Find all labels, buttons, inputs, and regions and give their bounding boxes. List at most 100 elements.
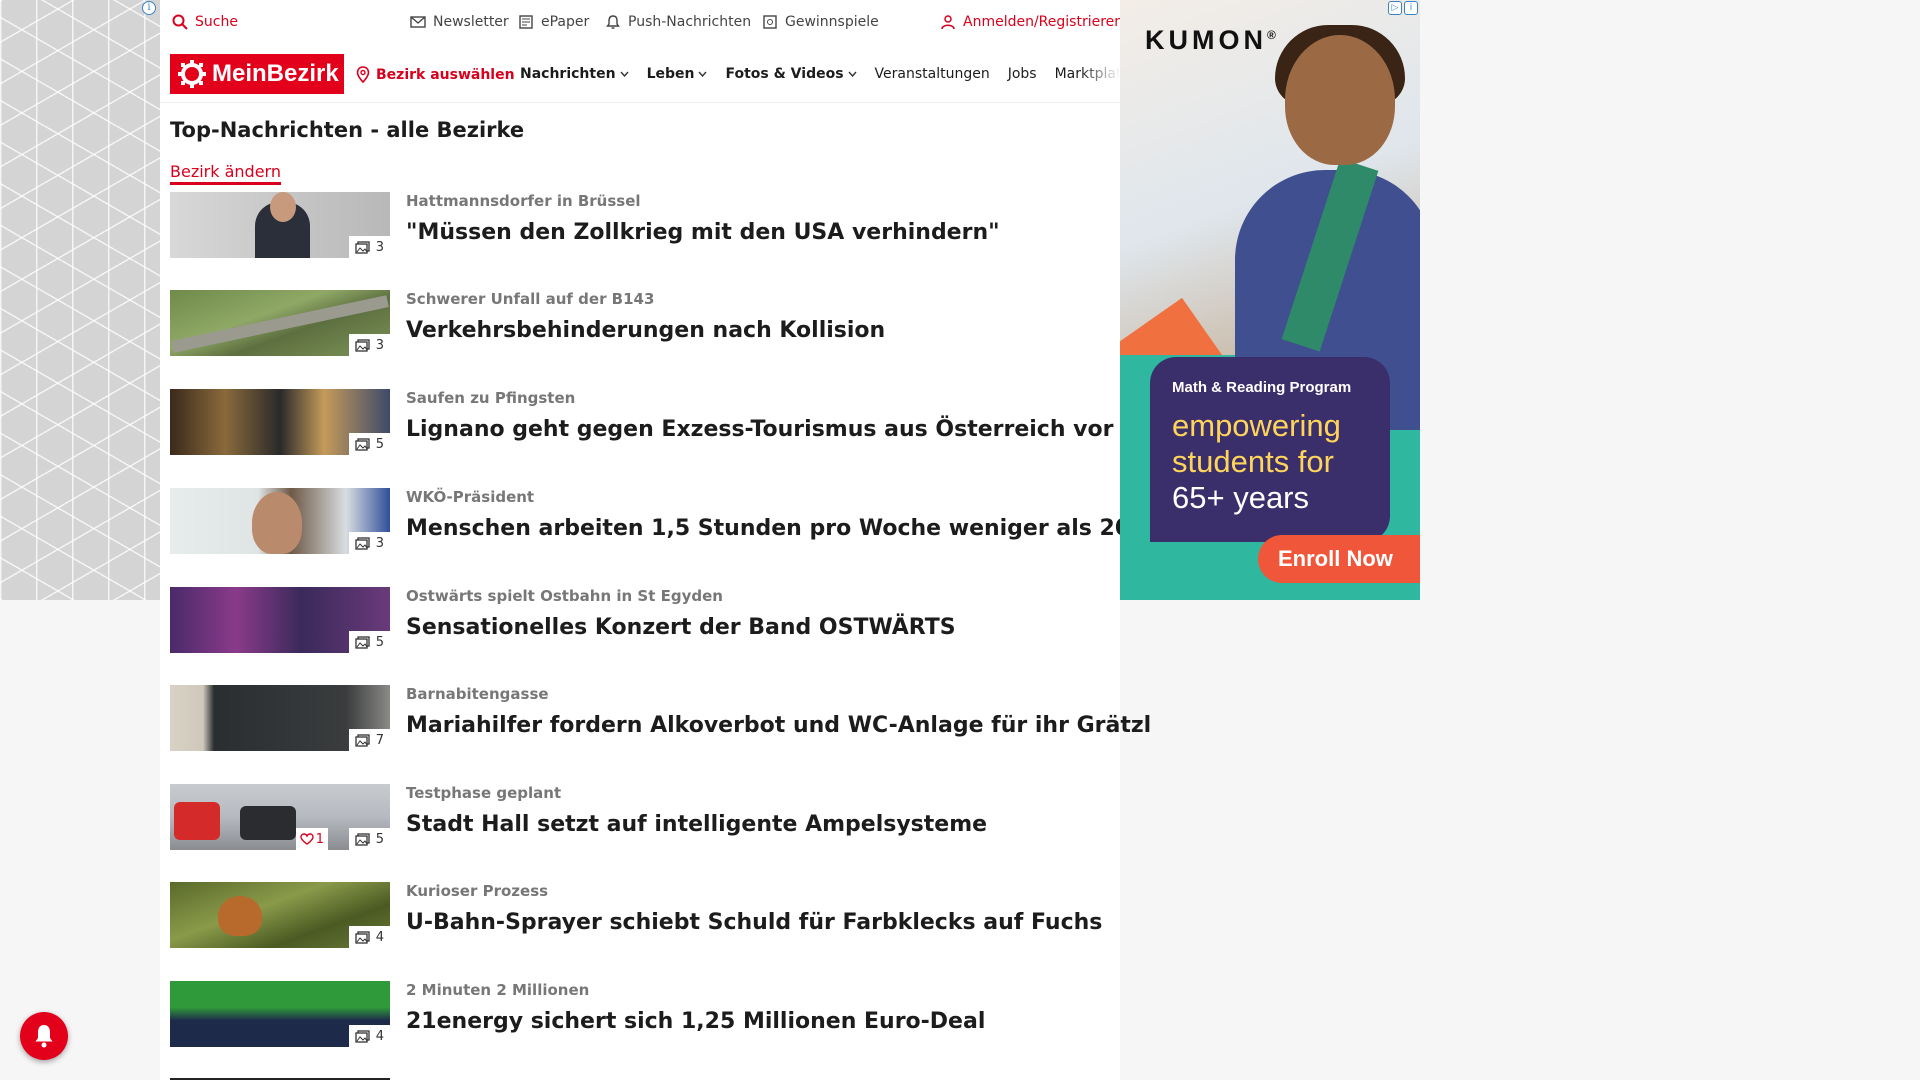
main-column: Suche Newsletter ePaper Push-Nachrichten… [160,0,1161,1080]
article-item[interactable]: 5 Saufen zu Pfingsten Lignano geht gegen… [170,389,1113,457]
nav-item-nachrichten[interactable]: Nachrichten [520,66,629,82]
ad-brand: KUMON [1145,25,1267,55]
article-item[interactable]: 3 Schwerer Unfall auf der B143 Verkehrsb… [170,290,1110,358]
nav-links: Nachrichten Leben Fotos & Videos Veranst… [520,66,1129,82]
ad-brand-mark: ® [1267,28,1276,42]
article-item[interactable]: 5 Ostwärts spielt Ostbahn in St Egyden S… [170,587,1110,655]
image-count-badge: 5 [348,631,390,653]
article-headline[interactable]: Verkehrsbehinderungen nach Kollision [406,318,885,343]
article-thumbnail[interactable]: 5 [170,587,390,653]
article-headline[interactable]: Mariahilfer fordern Alkoverbot und WC-An… [406,713,1151,738]
user-icon [941,15,955,30]
utility-bar: Suche Newsletter ePaper Push-Nachrichten… [160,0,1123,46]
gallery-icon [355,437,370,451]
gallery-icon [355,536,370,550]
article-item[interactable]: 7 Barnabitengasse Mariahilfer fordern Al… [170,685,1151,753]
article-thumbnail[interactable]: 4 [170,981,390,1047]
article-headline[interactable]: U-Bahn-Sprayer schiebt Schuld für Farbkl… [406,910,1102,935]
games-link[interactable]: Gewinnspiele [762,14,879,30]
ad-info-icon[interactable]: i [1404,1,1418,15]
gallery-icon [355,733,370,747]
bell-icon [35,1025,53,1048]
article-thumbnail[interactable]: 4 [170,882,390,948]
article-kicker: Schwerer Unfall auf der B143 [406,290,655,308]
push-label: Push-Nachrichten [628,14,752,30]
nav-fade [1080,48,1120,102]
site-logo[interactable]: MeinBezirk [170,54,344,94]
ad-enroll-button[interactable]: Enroll Now [1258,535,1420,583]
like-count-badge[interactable]: 1 [295,828,328,850]
article-headline[interactable]: Sensationelles Konzert der Band OSTWÄRTS [406,615,956,640]
notification-bell-button[interactable] [20,1012,68,1060]
advertisement-banner[interactable]: KUMON® ▷ i Math & Reading Program empowe… [1120,0,1420,600]
chevron-down-icon [698,71,707,77]
bell-icon [606,15,620,29]
background-pattern [0,0,160,600]
adchoices[interactable]: ▷ i [1388,1,1418,15]
image-count: 5 [375,831,384,847]
nav-label: Nachrichten [520,66,616,82]
article-thumbnail[interactable]: 1 5 [170,784,390,850]
gallery-icon [355,240,370,254]
article-kicker: Kurioser Prozess [406,882,549,900]
image-count: 5 [375,436,384,452]
adchoices-arrow-icon[interactable]: ▷ [1388,1,1402,15]
gallery-icon [355,930,370,944]
epaper-link[interactable]: ePaper [518,14,589,30]
article-thumbnail[interactable]: 7 [170,685,390,751]
article-item[interactable]: 4 2 Minuten 2 Millionen 21energy sichert… [170,981,1110,1049]
ad-brand-logo: KUMON® [1145,25,1276,56]
logo-burst-icon [178,60,206,88]
article-thumbnail[interactable]: 3 [170,192,390,258]
nav-item-jobs[interactable]: Jobs [1008,66,1037,82]
nav-item-leben[interactable]: Leben [647,66,708,82]
image-count-badge: 4 [348,926,390,948]
image-count: 7 [375,732,384,748]
article-headline[interactable]: Menschen arbeiten 1,5 Stunden pro Woche … [406,516,1161,541]
article-headline[interactable]: "Müssen den Zollkrieg mit den USA verhin… [406,220,1000,245]
search-icon [172,14,188,30]
district-select-label: Bezirk auswählen [376,66,515,83]
login-link[interactable]: Anmelden/Registrieren [940,14,1123,30]
article-kicker: Hattmannsdorfer in Brüssel [406,192,641,210]
change-district-link[interactable]: Bezirk ändern [170,162,281,185]
article-item[interactable]: 3 WKÖ-Präsident Menschen arbeiten 1,5 St… [170,488,1161,556]
push-link[interactable]: Push-Nachrichten [605,14,751,30]
article-kicker: Testphase geplant [406,784,562,802]
ad-child-face [1285,35,1395,165]
location-pin-icon [356,66,370,83]
newspaper-icon [519,15,533,29]
image-count: 3 [375,239,384,255]
gallery-icon [355,338,370,352]
article-thumbnail[interactable]: 5 [170,389,390,455]
image-count-badge: 5 [348,433,390,455]
login-label: Anmelden/Registrieren [963,14,1124,30]
chevron-down-icon [848,71,857,77]
article-item[interactable]: 1 5 Testphase geplant Stadt Hall setzt a… [170,784,1110,852]
epaper-label: ePaper [541,14,590,30]
search-link[interactable]: Suche [172,14,238,30]
article-headline[interactable]: Lignano geht gegen Exzess-Tourismus aus … [406,417,1113,442]
newsletter-link[interactable]: Newsletter [410,14,509,30]
image-count-badge: 3 [348,532,390,554]
gallery-icon [355,1029,370,1043]
nav-item-veranstaltungen[interactable]: Veranstaltungen [875,66,990,82]
article-headline[interactable]: Stadt Hall setzt auf intelligente Ampels… [406,812,987,837]
image-count-badge: 3 [348,236,390,258]
nav-item-fotos-videos[interactable]: Fotos & Videos [725,66,857,82]
district-select[interactable]: Bezirk auswählen [356,66,515,83]
article-item[interactable]: 3 Hattmannsdorfer in Brüssel "Müssen den… [170,192,1110,260]
article-kicker: Ostwärts spielt Ostbahn in St Egyden [406,587,723,605]
heart-icon [300,833,314,845]
article-thumbnail[interactable]: 3 [170,290,390,356]
image-count-badge: 3 [348,334,390,356]
ad-line3: 65+ years [1172,480,1310,515]
image-count: 5 [375,634,384,650]
article-item[interactable]: 4 Kurioser Prozess U-Bahn-Sprayer schieb… [170,882,1110,950]
ad-info-icon[interactable]: i [142,1,156,15]
image-count: 3 [375,535,384,551]
nav-label: Leben [646,66,695,82]
main-nav: MeinBezirk Bezirk auswählen Nachrichten … [160,48,1129,103]
article-thumbnail[interactable]: 3 [170,488,390,554]
article-headline[interactable]: 21energy sichert sich 1,25 Millionen Eur… [406,1009,985,1034]
